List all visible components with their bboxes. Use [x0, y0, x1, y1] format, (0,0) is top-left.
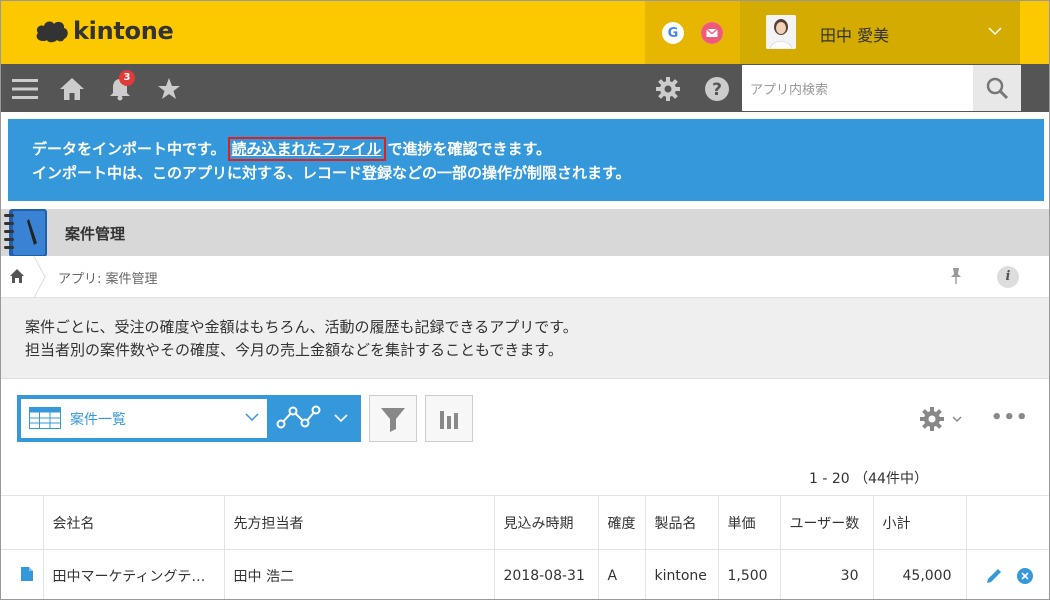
notice-text-after: で進捗を確認できます。: [387, 140, 552, 158]
bar-chart-icon: [440, 410, 458, 429]
import-notice: データをインポート中です。 読み込まれたファイル で進捗を確認できます。 インポート…: [8, 119, 1044, 201]
user-menu[interactable]: 田中 愛美: [740, 1, 1020, 64]
view-selector[interactable]: 案件一覧: [17, 395, 268, 442]
pagination-info: 1 - 20 （44件中）: [809, 471, 928, 487]
mail-icon[interactable]: [701, 22, 723, 44]
app-search-input[interactable]: アプリ内検索: [742, 65, 973, 111]
cell-subtotal: 45,000: [872, 549, 966, 599]
breadcrumb: アプリ: 案件管理 i: [1, 256, 1049, 298]
column-header[interactable]: 小計: [872, 495, 966, 550]
app-title: 案件管理: [65, 225, 126, 243]
kintone-logo[interactable]: kintone: [35, 17, 174, 45]
notice-line2: インポート中は、このアプリに対する、レコード登録などの一部の操作が制限されます。: [32, 164, 631, 182]
app-description: 案件ごとに、受注の確度や金額はもちろん、活動の履歴も記録できるアプリです。 担当…: [1, 298, 1049, 379]
home-icon[interactable]: [59, 76, 85, 102]
column-header[interactable]: 製品名: [644, 495, 718, 550]
column-header[interactable]: 先方担当者: [223, 495, 494, 550]
more-options-icon[interactable]: •••: [991, 407, 1029, 428]
star-icon[interactable]: [156, 76, 182, 102]
header-service-icons: G: [645, 1, 740, 64]
graph-button[interactable]: [425, 395, 473, 442]
app-title-bar: 案件管理: [1, 209, 1049, 257]
graph-line-icon: [276, 405, 348, 429]
column-header[interactable]: 確度: [597, 495, 645, 550]
column-header[interactable]: ユーザー数: [779, 495, 873, 550]
svg-text:?: ?: [712, 80, 722, 100]
app-notebook-icon: [1, 209, 49, 261]
avatar: [766, 15, 796, 49]
filter-button[interactable]: [369, 395, 417, 442]
column-header[interactable]: 単価: [717, 495, 780, 550]
cell-product: kintone: [644, 549, 718, 599]
record-detail-link[interactable]: [1, 549, 43, 599]
edit-pencil-icon[interactable]: [984, 566, 1004, 586]
notification-badge: 3: [119, 70, 135, 86]
pin-icon[interactable]: [949, 267, 963, 285]
info-icon[interactable]: i: [997, 266, 1019, 288]
column-header[interactable]: 見込み時期: [493, 495, 598, 550]
chevron-down-icon: [988, 27, 1002, 36]
table-row: 田中マーケティングテ… 田中 浩二 2018-08-31 A kintone 1…: [1, 549, 1049, 599]
search-icon: [986, 77, 1009, 100]
imported-files-link[interactable]: 読み込まれたファイル: [227, 137, 386, 161]
document-icon: [20, 566, 33, 581]
menu-icon[interactable]: [12, 76, 38, 102]
help-icon[interactable]: ?: [704, 76, 730, 102]
description-line1: 案件ごとに、受注の確度や金額はもちろん、活動の履歴も記録できるアプリです。: [25, 318, 578, 336]
global-toolbar: 3 ? アプリ内検索: [1, 64, 1049, 112]
view-name: 案件一覧: [70, 412, 126, 428]
graph-selector[interactable]: [268, 395, 361, 442]
table-view-icon: [29, 407, 61, 429]
funnel-icon: [381, 407, 405, 432]
row-actions: [965, 549, 1049, 599]
description-line2: 担当者別の案件数やその確度、今月の売上金額などを集計することもできます。: [25, 341, 563, 359]
breadcrumb-app[interactable]: アプリ: 案件管理: [58, 268, 158, 287]
kintone-window: kintone G 田中 愛美 3 ? アプリ内検索 データをインポート中です。…: [0, 0, 1050, 600]
gear-icon: [920, 407, 962, 431]
search-button[interactable]: [973, 65, 1021, 111]
notice-text-before: データをインポート中です。: [32, 140, 226, 158]
breadcrumb-home-icon[interactable]: [9, 268, 25, 284]
delete-icon[interactable]: [1016, 567, 1034, 585]
breadcrumb-separator: [33, 256, 46, 298]
global-header: kintone G 田中 愛美: [1, 1, 1049, 64]
logo-text: kintone: [73, 17, 174, 45]
table-header-row: 会社名 先方担当者 見込み時期 確度 製品名 単価 ユーザー数 小計: [1, 495, 1049, 550]
cloud-logo-icon: [36, 21, 68, 43]
user-name: 田中 愛美: [820, 26, 890, 45]
cell-probability: A: [597, 549, 645, 599]
cell-contact: 田中 浩二: [223, 549, 494, 599]
chevron-down-icon: [245, 413, 259, 422]
header-icon-cell: [1, 495, 43, 550]
view-settings-button[interactable]: [918, 405, 966, 437]
column-header[interactable]: 会社名: [42, 495, 224, 550]
cell-user-count: 30: [779, 549, 873, 599]
cell-company: 田中マーケティングテ…: [42, 549, 224, 599]
google-icon[interactable]: G: [662, 22, 684, 44]
settings-gear-icon[interactable]: [655, 76, 681, 102]
header-actions-cell: [965, 495, 1049, 550]
cell-unit-price: 1,500: [717, 549, 780, 599]
cell-expected-date: 2018-08-31: [493, 549, 598, 599]
records-table: 会社名 先方担当者 見込み時期 確度 製品名 単価 ユーザー数 小計 田中マーケ…: [1, 495, 1049, 599]
